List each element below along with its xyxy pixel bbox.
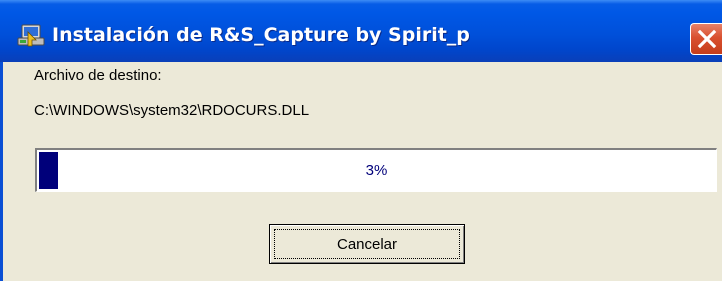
dialog-body: Archivo de destino: C:\WINDOWS\system32\…	[0, 62, 722, 281]
close-button[interactable]	[690, 23, 722, 55]
installer-icon	[17, 24, 45, 47]
close-icon	[697, 29, 717, 49]
destination-path: C:\WINDOWS\system32\RDOCURS.DLL	[34, 102, 310, 119]
cancel-button-label: Cancelar	[274, 229, 460, 259]
destination-label: Archivo de destino:	[34, 67, 162, 84]
window-title: Instalación de R&S_Capture by Spirit_p	[52, 24, 470, 46]
progress-percent: 3%	[365, 162, 388, 179]
cancel-button[interactable]: Cancelar	[269, 224, 465, 264]
title-bar[interactable]: Instalación de R&S_Capture by Spirit_p	[0, 0, 722, 62]
installer-window: Instalación de R&S_Capture by Spirit_p A…	[0, 0, 722, 281]
progress-bar: 3%	[35, 148, 717, 192]
